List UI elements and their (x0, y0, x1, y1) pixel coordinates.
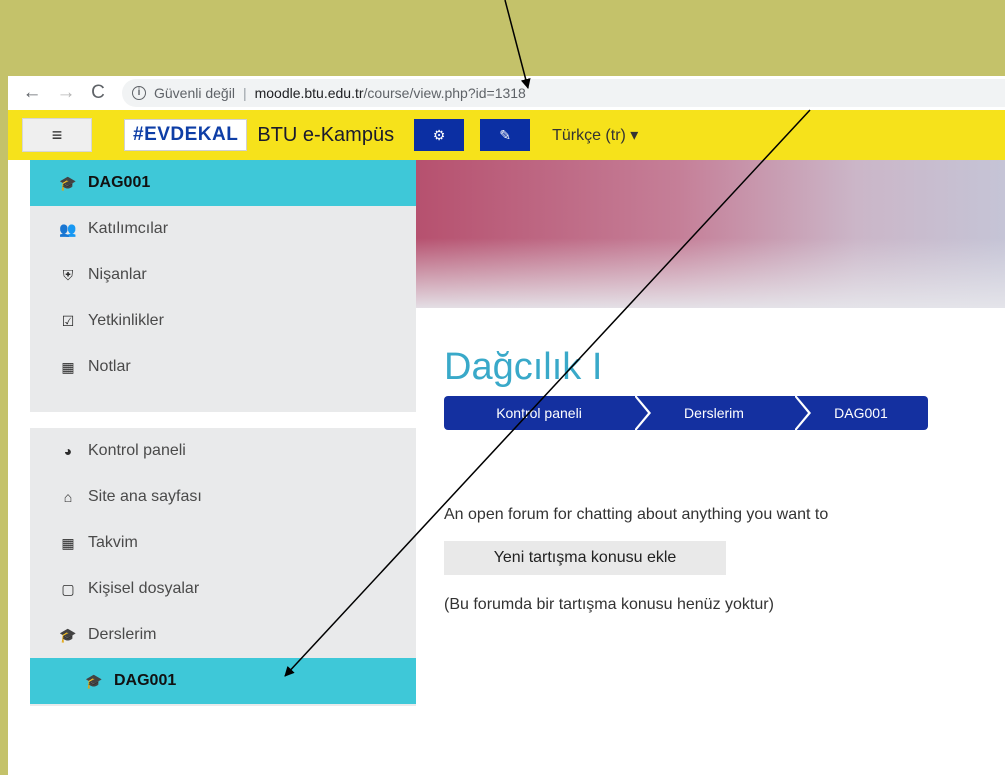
sidebar-item-label: Notlar (88, 358, 131, 375)
breadcrumb: Kontrol paneli Derslerim DAG001 (444, 394, 928, 432)
graduation-cap-icon: 🎓 (59, 626, 77, 643)
sidebar-item-kisisel-dosyalar[interactable]: ▢ Kişisel dosyalar (30, 566, 416, 612)
no-topics-text: (Bu forumda bir tartışma konusu henüz yo… (444, 596, 774, 613)
site-name[interactable]: BTU e-Kampüs (257, 124, 394, 147)
sidebar-item-kontrol-paneli[interactable]: ◕ Kontrol paneli (30, 428, 416, 474)
sidebar-item-label: Nişanlar (88, 266, 147, 283)
sidebar-item-dag001-sub[interactable]: 🎓 DAG001 (30, 658, 416, 704)
sidebar-item-label: Yetkinlikler (88, 312, 164, 329)
sidebar-item-dag001[interactable]: 🎓 DAG001 (30, 160, 416, 206)
forward-arrow-icon[interactable]: → (54, 82, 78, 104)
breadcrumb-item-kontrol-paneli[interactable]: Kontrol paneli (444, 394, 651, 432)
forum-intro-text: An open forum for chatting about anythin… (444, 506, 829, 523)
graduation-cap-icon: 🎓 (85, 672, 103, 689)
sidebar-item-label: Katılımcılar (88, 220, 169, 237)
url-domain: moodle.btu.edu.tr (254, 85, 364, 101)
breadcrumb-label: Kontrol paneli (496, 405, 582, 421)
browser-address-bar: ← → C i Güvenli değil | moodle.btu.edu.t… (8, 76, 1005, 110)
sidebar-item-notlar[interactable]: ▦ Notlar (30, 344, 416, 390)
sidebar-item-label: Kişisel dosyalar (88, 580, 200, 597)
moodle-navbar: ≡ #EVDEKAL BTU e-Kampüs ⚙ ✎ Türkçe (tr) … (8, 110, 1005, 160)
language-menu[interactable]: Türkçe (tr) ▾ (552, 125, 638, 145)
sidebar-item-label: Site ana sayfası (88, 488, 202, 505)
sidebar-item-yetkinlikler[interactable]: ☑ Yetkinlikler (30, 298, 416, 344)
calendar-icon: ▦ (61, 534, 75, 551)
sidebar-item-label: DAG001 (88, 174, 151, 191)
sidebar-item-site-ana-sayfasi[interactable]: ⌂ Site ana sayfası (30, 474, 416, 520)
table-icon: ▦ (61, 358, 75, 375)
sidebar-item-label: Takvim (88, 534, 138, 551)
evdekal-logo[interactable]: #EVDEKAL (124, 119, 248, 151)
breadcrumb-item-derslerim[interactable]: Derslerim (634, 394, 811, 432)
home-icon: ⌂ (63, 489, 73, 505)
reload-icon[interactable]: C (86, 82, 110, 104)
breadcrumb-label: DAG001 (834, 405, 888, 421)
url-separator: | (242, 85, 247, 101)
settings-button[interactable]: ⚙ (414, 119, 465, 151)
breadcrumb-chevron (634, 396, 648, 430)
dashboard-icon: ◕ (63, 443, 73, 459)
course-title: Dağcılık I (444, 346, 603, 388)
sidebar-item-katilimcilar[interactable]: 👥 Katılımcılar (30, 206, 416, 252)
graduation-cap-icon: 🎓 (59, 174, 77, 191)
security-status: Güvenli değil (154, 85, 235, 101)
edit-button[interactable]: ✎ (480, 119, 531, 151)
edit-icon: ✎ (499, 126, 511, 143)
drawer-toggle-button[interactable]: ≡ (22, 118, 92, 152)
sidebar-item-label: Kontrol paneli (88, 442, 186, 459)
users-icon: 👥 (59, 220, 77, 237)
site-nav-block: ◕ Kontrol paneli ⌂ Site ana sayfası ▦ Ta… (30, 428, 416, 706)
sidebar-item-nisanlar[interactable]: ⛨ Nişanlar (30, 252, 416, 298)
hamburger-icon: ≡ (51, 124, 63, 145)
add-discussion-button[interactable]: Yeni tartışma konusu ekle (444, 541, 726, 575)
course-header-image (412, 160, 1005, 308)
sidebar-item-derslerim[interactable]: 🎓 Derslerim (30, 612, 416, 658)
breadcrumb-label: Derslerim (684, 405, 744, 421)
cogs-icon: ⚙ (432, 126, 446, 143)
sidebar-item-label: Derslerim (88, 626, 157, 643)
file-icon: ▢ (61, 580, 75, 597)
annotation-arrow-url (504, 0, 531, 89)
nav-drawer: 🎓 DAG001 👥 Katılımcılar ⛨ Nişanlar ☑ Yet… (30, 160, 416, 775)
shield-icon: ⛨ (62, 266, 74, 283)
sidebar-item-takvim[interactable]: ▦ Takvim (30, 520, 416, 566)
info-icon[interactable]: i (132, 86, 146, 100)
check-square-icon: ☑ (61, 312, 75, 329)
course-nav-block: 🎓 DAG001 👥 Katılımcılar ⛨ Nişanlar ☑ Yet… (30, 160, 416, 412)
breadcrumb-chevron (794, 396, 808, 430)
sidebar-item-label: DAG001 (114, 672, 177, 689)
url-path: /course/view.php?id=1318 (363, 85, 526, 101)
url-bar[interactable]: i Güvenli değil | moodle.btu.edu.tr /cou… (122, 79, 1005, 107)
back-arrow-icon[interactable]: ← (20, 82, 44, 104)
breadcrumb-item-dag001[interactable]: DAG001 (794, 396, 928, 430)
